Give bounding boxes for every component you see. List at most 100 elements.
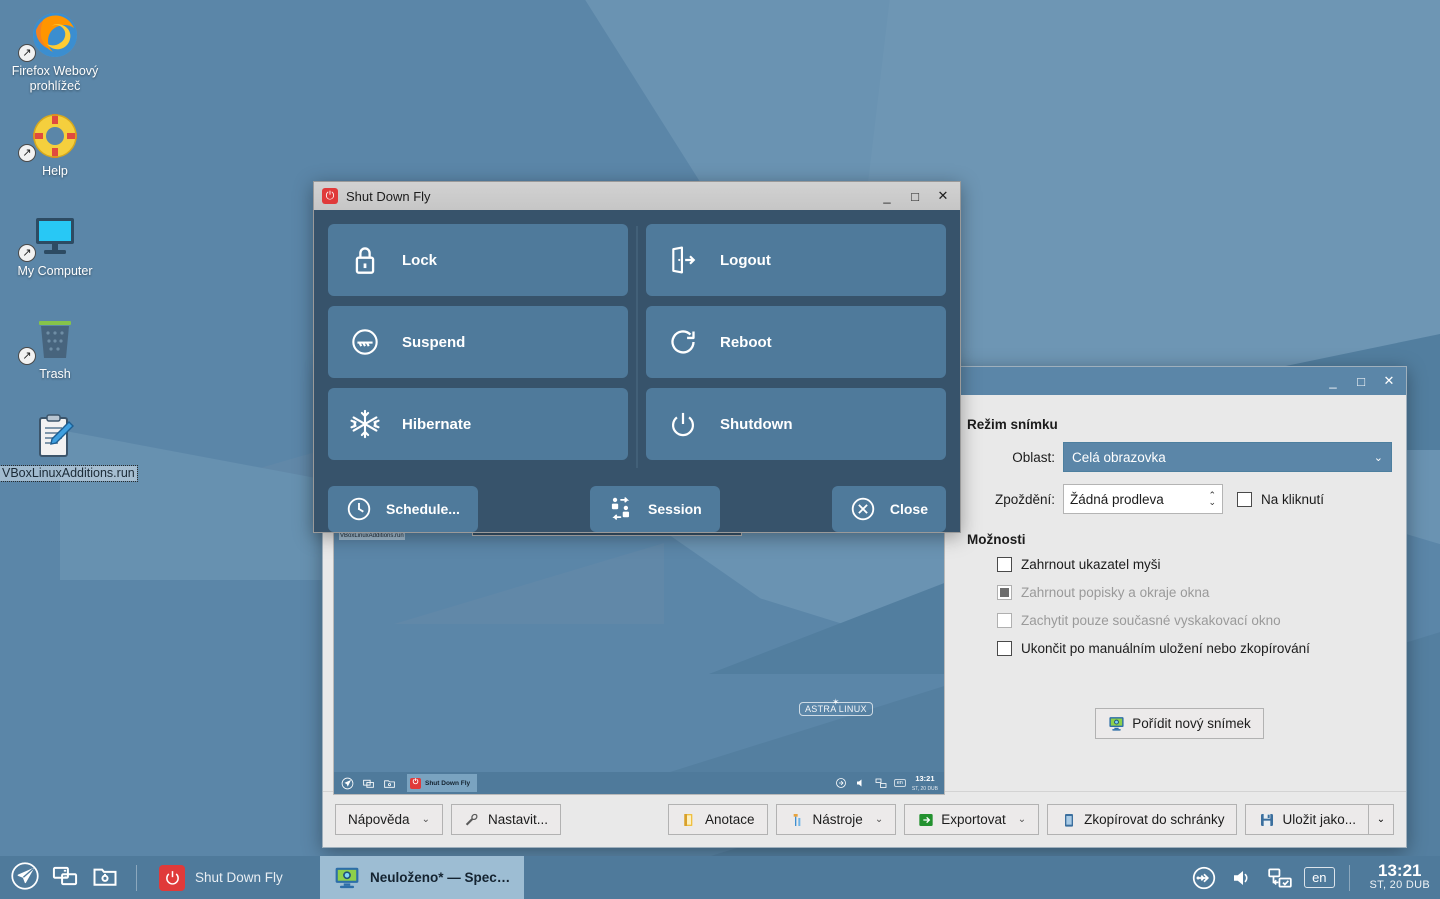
delay-label: Zpoždění:: [994, 491, 1055, 507]
desktop-icon-label: VBoxLinuxAdditions.run: [0, 465, 138, 482]
option-capture-popup-only: Zachytit pouze současné vyskakovací okno: [997, 613, 1392, 628]
shutdown-dialog-window[interactable]: ⏻ Shut Down Fly _ □ ✕ Lock Logout Suspen…: [313, 181, 961, 533]
take-new-screenshot-button[interactable]: Pořídit nový snímek: [1095, 708, 1264, 739]
export-button[interactable]: Exportovat ⌄: [904, 804, 1040, 835]
desktop-icon-help[interactable]: ↗ Help: [2, 110, 108, 179]
desktop-icon-my-computer[interactable]: ↗ My Computer: [2, 210, 108, 279]
shortcut-overlay-icon: ↗: [18, 144, 36, 162]
hibernate-button-label: Hibernate: [402, 415, 472, 433]
floppy-icon: [1258, 811, 1275, 828]
spinner-arrows-icon[interactable]: ⌃ ⌄: [1208, 491, 1216, 507]
shutdown-dialog-footer: Schedule... Session Close: [328, 486, 946, 532]
network-icon: [874, 776, 888, 790]
logout-door-icon: [668, 245, 698, 275]
spectacle-close-button[interactable]: ✕: [1376, 369, 1402, 393]
hibernate-button[interactable]: Hibernate: [328, 388, 628, 460]
lock-button-label: Lock: [402, 251, 438, 269]
session-button[interactable]: Session: [590, 486, 720, 532]
power-icon: [159, 864, 185, 891]
spectacle-icon: [334, 865, 360, 891]
users-switch-icon: [608, 496, 634, 522]
clock-date: ST, 20 DUB: [1369, 878, 1430, 891]
wrench-icon: [464, 811, 481, 828]
tools-button[interactable]: Nástroje ⌄: [775, 804, 897, 835]
delay-spinbox[interactable]: Žádná prodleva ⌃ ⌄: [1063, 484, 1223, 514]
desktop-icon-firefox[interactable]: ↗ Firefox Webový prohlížeč: [2, 10, 108, 94]
save-as-split-button[interactable]: Uložit jako... ⌄: [1245, 804, 1394, 835]
preview-clock-time: 13:21: [915, 774, 935, 783]
help-button[interactable]: Nápověda ⌄: [335, 804, 443, 835]
close-circle-icon: [850, 496, 876, 522]
shutdown-dialog-maximize-button[interactable]: □: [902, 184, 928, 208]
chevron-down-icon: ⌄: [874, 814, 884, 825]
desktop-icon-trash[interactable]: ↗ Trash: [2, 313, 108, 382]
suspend-button[interactable]: Suspend: [328, 306, 628, 378]
preview-wallpaper-shape: [394, 543, 664, 624]
area-label: Oblast:: [1012, 449, 1055, 465]
configure-button[interactable]: Nastavit...: [450, 804, 561, 835]
option-label: Zahrnout popisky a okraje okna: [1021, 585, 1210, 600]
close-button[interactable]: Close: [831, 486, 946, 532]
checkbox[interactable]: [997, 641, 1012, 656]
copy-to-clipboard-button[interactable]: Zkopírovat do schránky: [1047, 804, 1238, 835]
option-label: Zachytit pouze současné vyskakovací okno: [1021, 613, 1281, 628]
taskbar-panel[interactable]: Shut Down Fly Neuloženo* — Spec… en 13:2…: [0, 856, 1440, 899]
spectacle-minimize-button[interactable]: _: [1320, 369, 1346, 393]
keyboard-language-indicator[interactable]: en: [1304, 867, 1335, 888]
snowflake-icon: [350, 409, 380, 439]
desktop-icon-label: Help: [42, 164, 68, 178]
area-row: Oblast: Celá obrazovka ⌄: [967, 442, 1392, 472]
show-desktop-button[interactable]: [88, 861, 122, 895]
chevron-down-icon: ⌄: [421, 814, 430, 825]
panel-clock[interactable]: 13:21 ST, 20 DUB: [1364, 862, 1430, 893]
option-quit-after-save[interactable]: Ukončit po manuálním uložení nebo zkopír…: [997, 641, 1392, 656]
shutdown-dialog-title: Shut Down Fly: [346, 188, 431, 204]
save-as-dropdown-arrow[interactable]: ⌄: [1368, 804, 1394, 835]
schedule-button[interactable]: Schedule...: [328, 486, 478, 532]
tools-button-label: Nástroje: [812, 812, 863, 827]
copy-to-clipboard-label: Zkopírovat do schránky: [1084, 812, 1225, 827]
show-desktop-icon: [91, 862, 119, 893]
desktop-icon-label: Trash: [39, 367, 71, 381]
document-edit-icon: [0, 412, 106, 464]
network-icon[interactable]: [1266, 864, 1294, 892]
delay-value: Žádná prodleva: [1070, 491, 1164, 507]
start-menu-button[interactable]: [8, 861, 42, 895]
checkbox[interactable]: [997, 557, 1012, 572]
sleep-face-icon: [350, 327, 380, 357]
annotate-button[interactable]: Anotace: [667, 804, 768, 835]
shutdown-button[interactable]: Shutdown: [646, 388, 946, 460]
desktop-icon-label: Firefox Webový prohlížeč: [11, 64, 99, 93]
tray-divider: [1348, 864, 1350, 891]
lock-button[interactable]: Lock: [328, 224, 628, 296]
preview-tray: en 13:21 ST, 20 DUB: [834, 773, 938, 793]
option-include-decorations: Zahrnout popisky a okraje okna: [997, 585, 1392, 600]
show-windows-button[interactable]: [48, 861, 82, 895]
checkbox: [997, 585, 1012, 600]
shutdown-dialog-minimize-button[interactable]: _: [874, 184, 900, 208]
save-as-button[interactable]: Uložit jako...: [1245, 804, 1368, 835]
on-click-checkbox[interactable]: [1237, 491, 1252, 507]
reboot-button[interactable]: Reboot: [646, 306, 946, 378]
checkbox: [997, 613, 1012, 628]
on-click-checkbox-row[interactable]: Na kliknutí: [1237, 491, 1324, 507]
system-tray: en 13:21 ST, 20 DUB: [1190, 862, 1440, 893]
spectacle-maximize-button[interactable]: □: [1348, 369, 1374, 393]
desktop-icon-vbox-additions[interactable]: VBoxLinuxAdditions.run: [0, 412, 138, 482]
option-include-pointer[interactable]: Zahrnout ukazatel myši: [997, 557, 1392, 572]
usb-icon[interactable]: [1190, 864, 1218, 892]
shutdown-dialog-close-button[interactable]: ✕: [930, 184, 956, 208]
spectacle-options-panel: Režim snímku Oblast: Celá obrazovka ⌄ Zp…: [957, 405, 1396, 791]
speaker-icon[interactable]: [1228, 864, 1256, 892]
task-spectacle[interactable]: Neuloženo* — Spec…: [320, 856, 525, 899]
suspend-button-label: Suspend: [402, 333, 466, 351]
shutdown-dialog-titlebar[interactable]: ⏻ Shut Down Fly _ □ ✕: [314, 182, 960, 210]
take-new-screenshot-label: Pořídit nový snímek: [1132, 716, 1251, 731]
area-select[interactable]: Celá obrazovka ⌄: [1063, 442, 1392, 472]
area-select-value: Celá obrazovka: [1072, 449, 1166, 465]
task-shut-down-fly[interactable]: Shut Down Fly: [145, 856, 320, 899]
windows-overview-icon: [51, 862, 79, 893]
logout-button[interactable]: Logout: [646, 224, 946, 296]
export-icon: [917, 811, 934, 828]
option-label: Zahrnout ukazatel myši: [1021, 557, 1161, 572]
